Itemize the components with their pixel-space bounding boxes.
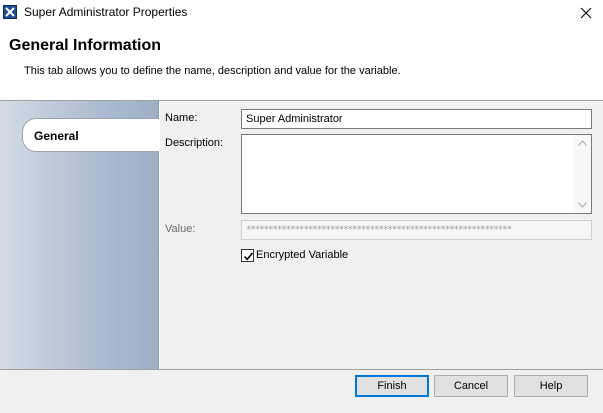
page-title: General Information <box>9 37 162 54</box>
title-bar: Super Administrator Properties <box>0 0 603 26</box>
help-button[interactable]: Help <box>514 375 588 397</box>
close-icon <box>580 7 592 19</box>
app-icon <box>3 5 17 19</box>
finish-button[interactable]: Finish <box>355 375 429 397</box>
tab-general[interactable]: General <box>22 118 159 152</box>
page-header: General Information This tab allows you … <box>0 26 603 100</box>
name-input[interactable]: Super Administrator <box>241 109 592 129</box>
sidebar: General <box>0 101 159 369</box>
description-scrollbar[interactable] <box>574 135 591 213</box>
scroll-up-icon[interactable] <box>578 140 587 146</box>
value-label: Value: <box>165 223 196 235</box>
name-label: Name: <box>165 112 198 124</box>
cancel-button[interactable]: Cancel <box>434 375 508 397</box>
description-textarea[interactable] <box>241 134 592 214</box>
form-panel: Name: Super Administrator Description: V… <box>160 101 603 369</box>
value-field: ****************************************… <box>241 220 592 240</box>
description-label: Description: <box>165 137 224 149</box>
footer: Finish Cancel Help <box>0 370 603 413</box>
checkmark-icon <box>243 252 254 261</box>
window-title: Super Administrator Properties <box>24 5 188 19</box>
close-button[interactable] <box>572 2 600 24</box>
encrypted-label[interactable]: Encrypted Variable <box>256 249 348 261</box>
tab-general-label: General <box>34 129 79 143</box>
page-description: This tab allows you to define the name, … <box>24 65 401 77</box>
scroll-down-icon[interactable] <box>578 202 587 208</box>
encrypted-checkbox[interactable] <box>241 249 254 262</box>
